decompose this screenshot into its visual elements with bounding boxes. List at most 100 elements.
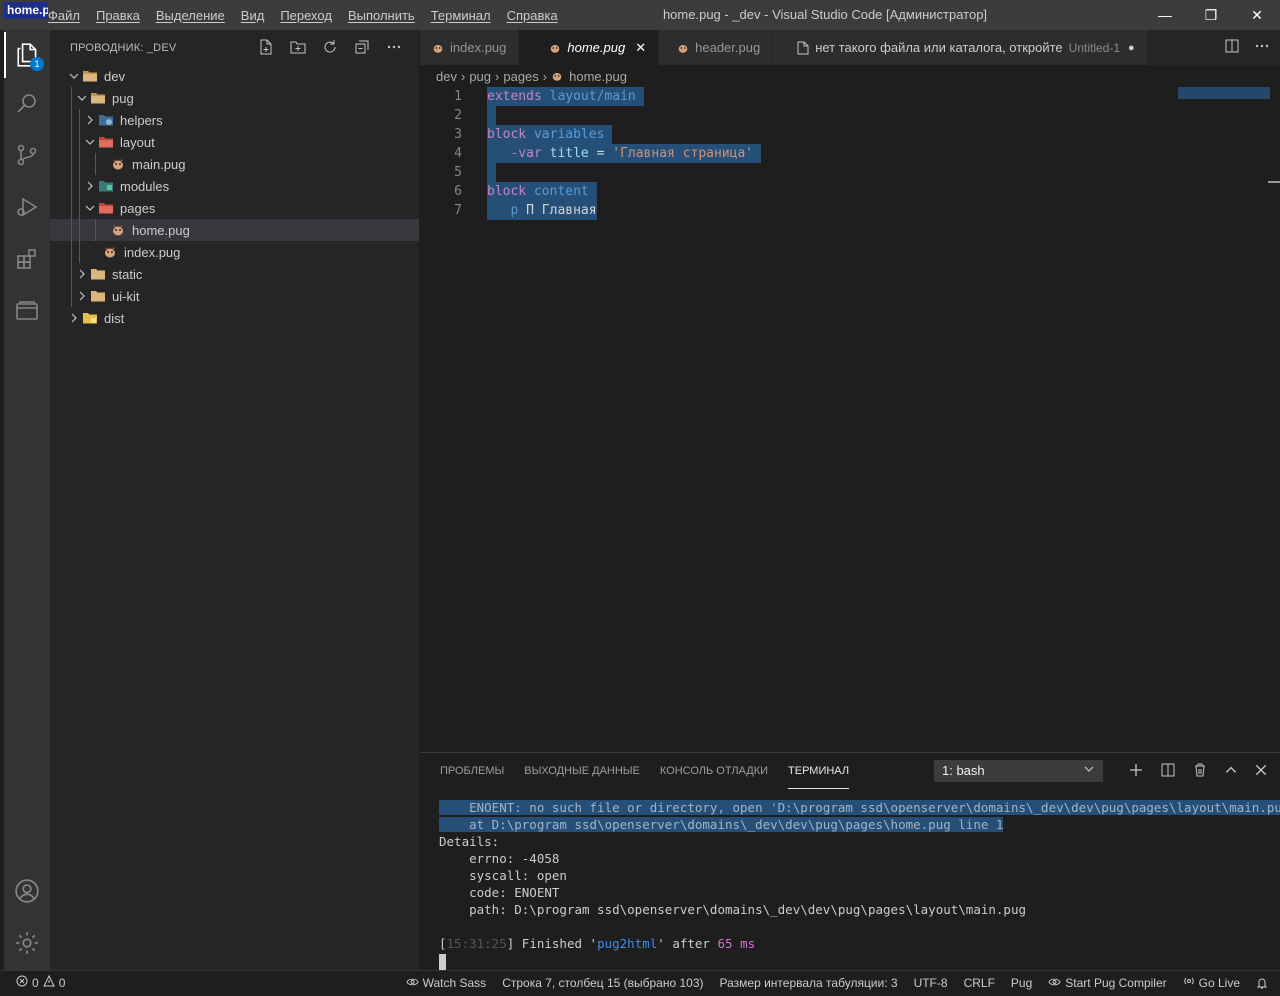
new-file-icon[interactable] xyxy=(255,36,277,58)
activity-bar: 1 xyxy=(4,30,50,970)
watch-sass-button[interactable]: Watch Sass xyxy=(398,971,495,995)
code-keyword: -var xyxy=(510,146,542,161)
menu-edit[interactable]: Правка xyxy=(88,8,148,23)
code-text: extends layout/main xyxy=(487,87,644,106)
breadcrumb-item[interactable]: home.pug xyxy=(569,69,627,84)
tree-item-dist[interactable]: dist xyxy=(50,307,419,329)
tree-item-static[interactable]: static xyxy=(50,263,419,285)
indent-guide xyxy=(79,109,80,131)
tab-header-pug[interactable]: header.pug xyxy=(659,30,774,65)
split-terminal-icon[interactable] xyxy=(1160,762,1176,781)
menu-selection[interactable]: Выделение xyxy=(148,8,233,23)
notifications-bell-icon[interactable] xyxy=(1248,971,1280,995)
line-number: 3 xyxy=(454,127,462,142)
tree-item-label: layout xyxy=(120,134,155,150)
close-window-button[interactable]: ✕ xyxy=(1234,0,1280,30)
menu-terminal[interactable]: Терминал xyxy=(423,8,499,23)
new-terminal-icon[interactable] xyxy=(1128,762,1144,781)
breadcrumb: dev › pug › pages › home.pug xyxy=(420,65,1280,87)
indent-guide xyxy=(71,263,72,285)
tree-item-modules[interactable]: modules xyxy=(50,175,419,197)
indent-guide xyxy=(71,87,72,109)
menu-go[interactable]: Переход xyxy=(272,8,340,23)
terminal-timestamp: 15:31:25 xyxy=(446,936,507,951)
remote-explorer-icon[interactable] xyxy=(4,288,50,334)
chevron-right-icon: › xyxy=(495,68,500,84)
extensions-icon[interactable] xyxy=(4,236,50,282)
code-line: 4 -var title = 'Главная страница' xyxy=(420,144,1280,163)
breadcrumb-item[interactable]: pages xyxy=(503,69,538,84)
minimap[interactable] xyxy=(1178,87,1270,99)
code-keyword: block xyxy=(487,184,527,199)
code-line: 7 p П Главная xyxy=(420,201,1280,220)
tab-terminal[interactable]: ТЕРМИНАЛ xyxy=(788,753,850,789)
tab-index-pug[interactable]: index.pug xyxy=(420,30,520,65)
collapse-all-icon[interactable] xyxy=(351,36,373,58)
chevron-down-icon xyxy=(74,90,90,106)
explorer-badge: 1 xyxy=(30,57,44,71)
tree-item-pug[interactable]: pug xyxy=(50,87,419,109)
tab-label: нет такого файла или каталога, откройте xyxy=(815,40,1063,55)
encoding[interactable]: UTF-8 xyxy=(906,971,956,995)
new-folder-icon[interactable] xyxy=(287,36,309,58)
problems-status[interactable]: 0 0 xyxy=(0,971,73,995)
dirty-dot-icon[interactable]: ● xyxy=(1128,42,1135,54)
go-live-button[interactable]: Go Live xyxy=(1175,971,1248,995)
tab-output[interactable]: ВЫХОДНЫЕ ДАННЫЕ xyxy=(524,753,640,789)
maximize-panel-icon[interactable] xyxy=(1224,763,1238,780)
tab-home-pug[interactable]: home.pug ✕ xyxy=(519,30,660,65)
language-mode[interactable]: Pug xyxy=(1003,971,1040,995)
terminal-output[interactable]: ENOENT: no such file or directory, open … xyxy=(439,799,1280,970)
terminal-task-name: pug2html xyxy=(597,936,658,951)
indent-guide xyxy=(95,153,96,175)
refresh-icon[interactable] xyxy=(319,36,341,58)
scrollbar-marker[interactable] xyxy=(1268,181,1280,183)
close-tab-icon[interactable]: ✕ xyxy=(635,40,646,56)
more-actions-icon[interactable] xyxy=(383,36,405,58)
split-editor-icon[interactable] xyxy=(1224,38,1240,57)
indent-guide xyxy=(95,219,96,241)
minimize-button[interactable]: — xyxy=(1142,0,1188,30)
run-debug-icon[interactable] xyxy=(4,184,50,230)
explorer-sidebar: ПРОВОДНИК: _DEV dev pug helpers layout m… xyxy=(50,30,419,970)
tree-item-label: dev xyxy=(104,68,125,84)
restore-button[interactable]: ❐ xyxy=(1188,0,1234,30)
menu-help[interactable]: Справка xyxy=(499,8,566,23)
cursor-position[interactable]: Строка 7, столбец 15 (выбрано 103) xyxy=(494,971,711,995)
tree-item-dev[interactable]: dev xyxy=(50,65,419,87)
tree-item-label: index.pug xyxy=(124,244,181,260)
terminal-select[interactable]: 1: bash xyxy=(934,760,1103,782)
search-icon[interactable] xyxy=(4,80,50,126)
explorer-actions xyxy=(255,36,405,58)
accounts-icon[interactable] xyxy=(4,868,50,914)
menu-run[interactable]: Выполнить xyxy=(340,8,423,23)
code-editor[interactable]: 1 extends layout/main 2 3 block variable… xyxy=(420,87,1280,752)
tree-item-layout[interactable]: layout xyxy=(50,131,419,153)
tree-item-main-pug[interactable]: main.pug xyxy=(50,153,419,175)
start-pug-compiler-button[interactable]: Start Pug Compiler xyxy=(1040,971,1174,995)
menu-file[interactable]: Файл xyxy=(40,8,88,23)
line-number: 1 xyxy=(454,89,462,104)
tree-item-home-pug[interactable]: home.pug xyxy=(50,219,419,241)
close-panel-icon[interactable] xyxy=(1254,763,1268,780)
tab-debug-console[interactable]: КОНСОЛЬ ОТЛАДКИ xyxy=(660,753,768,789)
explorer-icon[interactable]: 1 xyxy=(4,32,50,78)
tree-item-pages[interactable]: pages xyxy=(50,197,419,219)
tab-problems[interactable]: ПРОБЛЕМЫ xyxy=(440,753,504,789)
indent-size[interactable]: Размер интервала табуляции: 3 xyxy=(712,971,906,995)
menu-view[interactable]: Вид xyxy=(233,8,273,23)
tab-untitled-1[interactable]: нет такого файла или каталога, откройте … xyxy=(773,30,1148,65)
more-actions-icon[interactable] xyxy=(1254,38,1270,57)
line-ending[interactable]: CRLF xyxy=(956,971,1003,995)
source-control-icon[interactable] xyxy=(4,132,50,178)
tree-item-helpers[interactable]: helpers xyxy=(50,109,419,131)
pug-file-icon xyxy=(110,156,126,172)
trash-icon[interactable] xyxy=(1192,762,1208,781)
line-number: 2 xyxy=(454,108,462,123)
breadcrumb-item[interactable]: dev xyxy=(436,69,457,84)
tree-item-ui-kit[interactable]: ui-kit xyxy=(50,285,419,307)
breadcrumb-item[interactable]: pug xyxy=(469,69,491,84)
tree-item-index-pug[interactable]: index.pug xyxy=(50,241,419,263)
settings-gear-icon[interactable] xyxy=(4,920,50,966)
indent-guide xyxy=(79,219,80,241)
